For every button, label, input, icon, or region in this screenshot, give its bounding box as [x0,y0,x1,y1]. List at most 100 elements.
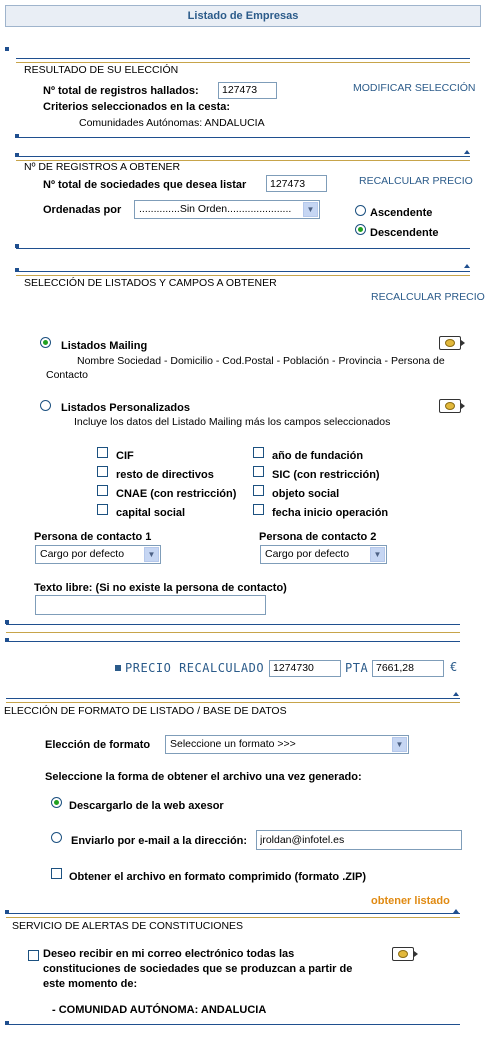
chevron-down-icon: ▼ [392,737,407,752]
contacto2-select-value: Cargo por defecto [265,548,350,560]
contacto1-label: Persona de contacto 1 [34,531,152,543]
section-divider [16,58,470,59]
cif-label: CIF [116,450,134,462]
total-sociedades-label: Nº total de sociedades que desea listar [43,179,247,191]
capital-social-checkbox[interactable] [97,504,108,515]
mailing-label: Listados Mailing [61,340,148,352]
mailing-desc: Nombre Sociedad - Domicilio - Cod.Postal… [77,355,445,367]
resto-directivos-label: resto de directivos [116,469,214,481]
precio-recalculado-label: PRECIO RECALCULADO [125,661,265,675]
chevron-down-icon: ▼ [303,202,318,217]
total-sociedades-input[interactable] [266,175,327,192]
price-coins-icon[interactable] [392,947,418,961]
formato-label: Elección de formato [45,739,151,751]
criterios-label: Criterios seleccionados en la cesta: [43,101,231,113]
email-label: Enviarlo por e-mail a la dirección: [71,835,248,847]
section-divider [6,641,460,642]
registros-section-title: Nº DE REGISTROS A OBTENER [24,161,181,173]
cnae-checkbox[interactable] [97,485,108,496]
personalizados-label: Listados Personalizados [61,402,190,414]
price-coins-icon[interactable] [439,336,465,350]
modificar-seleccion-link[interactable]: MODIFICAR SELECCIÓN [353,82,476,94]
formato-select[interactable]: Seleccione un formato >>> ▼ [165,735,409,754]
cif-checkbox[interactable] [97,447,108,458]
chevron-down-icon: ▼ [370,547,385,562]
fecha-inicio-label: fecha inicio operación [272,507,389,519]
objeto-social-checkbox[interactable] [253,485,264,496]
chevron-down-icon: ▼ [144,547,159,562]
fecha-inicio-checkbox[interactable] [253,504,264,515]
texto-libre-input[interactable] [35,595,266,615]
section-divider-gold [6,702,460,703]
section-divider-gold [16,275,470,276]
descendente-radio[interactable] [355,224,366,235]
precio-euro-value: 7661,28 [372,660,444,677]
contacto1-select[interactable]: Cargo por defecto ▼ [35,545,161,564]
section-marker [5,47,9,51]
formato-select-value: Seleccione un formato >>> [170,738,296,750]
zip-label: Obtener el archivo en formato comprimido… [69,871,367,883]
recalcular-precio-link-2[interactable]: RECALCULAR PRECIO [371,291,485,303]
sic-label: SIC (con restricción) [272,469,380,481]
up-arrow-icon[interactable] [453,692,459,696]
contacto2-label: Persona de contacto 2 [259,531,377,543]
alertas-desc-3: este momento de: [43,978,138,990]
alertas-checkbox[interactable] [28,950,39,961]
section-divider [16,156,470,157]
section-divider [16,271,470,272]
capital-social-label: capital social [116,507,186,519]
section-divider-gold [6,632,460,633]
pta-label: PTA [345,661,369,675]
section-divider [6,698,460,699]
section-divider [16,248,470,249]
total-registros-label: Nº total de registros hallados: [43,85,199,97]
descendente-label: Descendente [370,227,439,239]
email-radio[interactable] [51,832,62,843]
contacto2-select[interactable]: Cargo por defecto ▼ [260,545,387,564]
descargar-radio[interactable] [51,797,62,808]
section-divider [6,913,460,914]
up-arrow-icon[interactable] [464,264,470,268]
ano-fundacion-label: año de fundación [272,450,364,462]
ano-fundacion-checkbox[interactable] [253,447,264,458]
up-arrow-icon[interactable] [464,150,470,154]
email-input[interactable] [256,830,462,850]
listados-section-title: SELECCIÓN DE LISTADOS Y CAMPOS A OBTENER [24,277,277,289]
objeto-social-label: objeto social [272,488,340,500]
page-title: Listado de Empresas [5,5,481,27]
section-divider [6,624,460,625]
sic-checkbox[interactable] [253,466,264,477]
bullet-icon [115,665,121,671]
mailing-radio[interactable] [40,337,51,348]
section-divider-gold [16,62,470,63]
section-divider-gold [6,917,460,918]
alertas-desc-2: constituciones de sociedades que se prod… [43,963,353,975]
mailing-desc-cont: Contacto [46,369,89,381]
descargar-label: Descargarlo de la web axesor [69,800,224,812]
contacto1-select-value: Cargo por defecto [40,548,125,560]
personalizados-desc: Incluye los datos del Listado Mailing má… [74,416,391,428]
ordenadas-select-value: ..............Sin Orden.................… [139,203,292,215]
texto-libre-label: Texto libre: (Si no existe la persona de… [34,582,287,594]
total-registros-value: 127473 [218,82,277,99]
section-divider [16,137,470,138]
criterios-value: Comunidades Autónomas: ANDALUCIA [79,117,265,129]
alertas-desc-1: Deseo recibir en mi correo electrónico t… [43,948,295,960]
zip-checkbox[interactable] [51,868,62,879]
alertas-region: - COMUNIDAD AUTÓNOMA: ANDALUCIA [52,1004,267,1016]
recalcular-precio-link[interactable]: RECALCULAR PRECIO [359,175,473,187]
ordenadas-label: Ordenadas por [43,204,122,216]
section-divider [6,1024,460,1025]
ordenadas-select[interactable]: ..............Sin Orden.................… [134,200,320,219]
obtener-listado-link[interactable]: obtener listado [371,895,450,907]
ascendente-radio[interactable] [355,205,366,216]
cnae-label: CNAE (con restricción) [116,488,237,500]
price-coins-icon[interactable] [439,399,465,413]
formato-section-title: ELECCIÓN DE FORMATO DE LISTADO / BASE DE… [4,705,287,717]
resto-directivos-checkbox[interactable] [97,466,108,477]
euro-symbol: € [450,660,458,674]
resultado-section-title: RESULTADO DE SU ELECCIÓN [24,64,179,76]
obtener-archivo-label: Seleccione la forma de obtener el archiv… [45,771,362,783]
personalizados-radio[interactable] [40,400,51,411]
up-arrow-icon[interactable] [453,909,459,913]
